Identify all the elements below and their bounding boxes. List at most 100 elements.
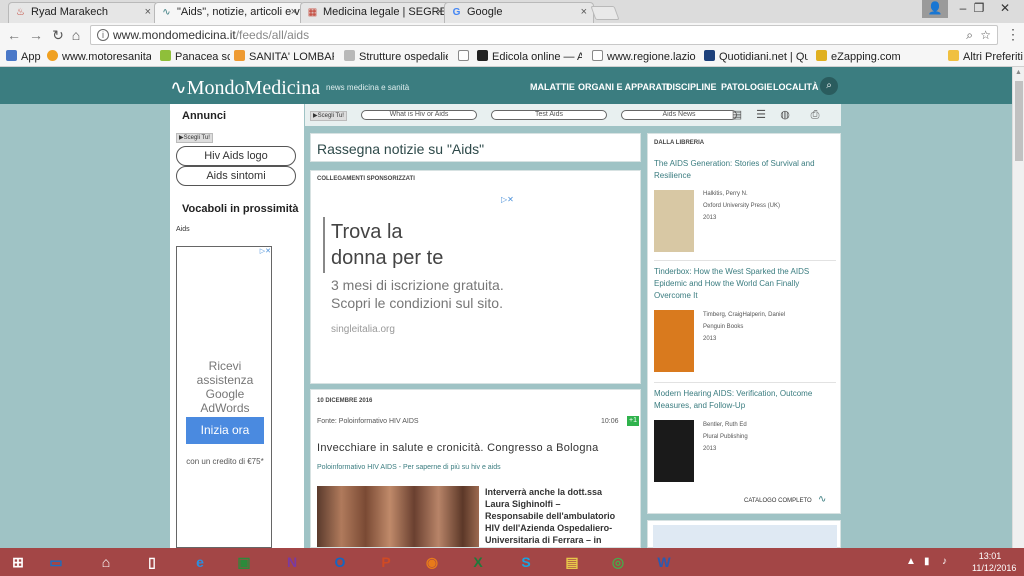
- powerpoint-icon[interactable]: P: [374, 550, 398, 574]
- bookmark-sanita-lombarda[interactable]: SANITA' LOMBARDA: [234, 50, 334, 64]
- onenote-icon[interactable]: N: [280, 550, 304, 574]
- url-input[interactable]: i www.mondomedicina.it/feeds/all/aids ⌕ …: [90, 25, 998, 45]
- reload-icon[interactable]: ↻: [50, 27, 66, 43]
- ad-headline-2[interactable]: donna per te: [331, 247, 443, 270]
- bookmark-blank-page[interactable]: [458, 50, 472, 64]
- nav-malattie[interactable]: MALATTIE: [530, 82, 575, 92]
- nav-patologie[interactable]: PATOLOGIE: [721, 82, 773, 92]
- adwords-ad[interactable]: ▷✕ Ricevi assistenza Google AdWords grat…: [176, 246, 272, 548]
- globe-icon[interactable]: ◍: [779, 109, 791, 121]
- catalog-link[interactable]: CATALOGO COMPLETO: [744, 498, 812, 504]
- ad-link-what-is-hiv[interactable]: What is Hiv or Aids: [361, 110, 477, 120]
- print-icon[interactable]: ⎙: [809, 109, 821, 121]
- ad-link-aids-sintomi[interactable]: Aids sintomi: [176, 166, 296, 186]
- ad-link-aids-news[interactable]: Aids News: [621, 110, 737, 120]
- word-icon[interactable]: W: [652, 550, 676, 574]
- user-profile-icon[interactable]: 👤: [922, 0, 948, 18]
- tray-arrow-icon[interactable]: ▲: [906, 556, 916, 567]
- scrollbar-thumb[interactable]: [1015, 81, 1023, 161]
- tab-medicina-legale[interactable]: ▦ Medicina legale | SEGRET ×: [300, 2, 450, 23]
- scroll-up-icon[interactable]: ▲: [1015, 69, 1022, 76]
- page-scrollbar[interactable]: ▲: [1012, 67, 1024, 548]
- system-clock[interactable]: 13:01 11/12/2016: [972, 550, 1016, 574]
- ie-icon[interactable]: e: [188, 550, 212, 574]
- ad-link-test-aids[interactable]: Test Aids: [491, 110, 607, 120]
- windows-icon[interactable]: ⊞: [6, 550, 30, 574]
- firefox-icon[interactable]: ◉: [420, 550, 444, 574]
- volume-icon[interactable]: ♪: [942, 556, 947, 567]
- book-cover[interactable]: [654, 420, 694, 482]
- ad-url[interactable]: singleitalia.org: [331, 324, 395, 335]
- ad-choices-badge[interactable]: ▶Scegli Tu!: [176, 133, 213, 143]
- tab-google[interactable]: G Google ×: [444, 2, 594, 23]
- explorer-icon[interactable]: ▤: [560, 550, 584, 574]
- new-tab-button[interactable]: [590, 6, 620, 20]
- lenovo-icon[interactable]: ▭: [44, 550, 68, 574]
- tab-aids-notizie[interactable]: ∿ "Aids", notizie, articoli e v ×: [154, 2, 304, 23]
- ad-choices-badge[interactable]: ▶Scegli Tu!: [310, 111, 347, 121]
- file-icon[interactable]: ▯: [140, 550, 164, 574]
- site-tagline: news medicina e sanità: [326, 83, 410, 92]
- store-icon[interactable]: ▣: [232, 550, 256, 574]
- ad-headline-1[interactable]: Trova la: [331, 221, 403, 244]
- tab-ryad-marakech[interactable]: ♨ Ryad Marakech ×: [8, 2, 158, 23]
- close-icon[interactable]: ×: [145, 3, 151, 22]
- ad-description-2: Scopri le condizioni sul sito.: [331, 295, 503, 311]
- ad-choices-label: Scegli Tu!: [317, 113, 344, 119]
- outlook-icon[interactable]: O: [328, 550, 352, 574]
- battery-icon[interactable]: ▮: [924, 556, 930, 567]
- news-source[interactable]: Fonte: Poloinformativo HIV AIDS: [317, 418, 419, 425]
- nav-discipline[interactable]: DISCIPLINE: [666, 82, 717, 92]
- ad-choices-icon[interactable]: ▷✕: [501, 195, 514, 204]
- zoom-icon[interactable]: ⌕: [966, 26, 973, 44]
- search-icon[interactable]: ⌕: [820, 77, 838, 95]
- news-title[interactable]: Invecchiare in salute e cronicità. Congr…: [317, 442, 599, 454]
- news-image[interactable]: [317, 486, 479, 547]
- browser-menu-icon[interactable]: ⋮: [1006, 26, 1020, 43]
- bookmark-quotidiani[interactable]: Quotidiani.net | Quoti: [704, 50, 808, 64]
- close-icon[interactable]: ×: [291, 3, 297, 22]
- bookmark-star-icon[interactable]: ☆: [980, 26, 991, 44]
- newspaper-icon: [477, 50, 488, 61]
- book-meta: Timberg, CraigHalperin, Daniel Penguin B…: [703, 309, 785, 345]
- home-icon[interactable]: ⌂: [94, 550, 118, 574]
- site-logo[interactable]: ∿MondoMedicina: [170, 75, 320, 100]
- bookmark-ezapping[interactable]: eZapping.com: [816, 50, 906, 64]
- chrome-icon[interactable]: ◎: [606, 550, 630, 574]
- restore-icon[interactable]: ❐: [966, 0, 992, 18]
- news-source-line[interactable]: Poloinformativo HIV AIDS - Per saperne d…: [317, 464, 501, 471]
- window-close-icon[interactable]: ✕: [992, 0, 1018, 18]
- map-widget[interactable]: [647, 520, 841, 549]
- book-cover[interactable]: [654, 190, 694, 252]
- book-title[interactable]: Tinderbox: How the West Sparked the AIDS…: [654, 266, 830, 302]
- forward-arrow-icon[interactable]: →: [28, 27, 44, 43]
- grid-view-icon[interactable]: ☰: [755, 109, 767, 121]
- nav-organi-apparati[interactable]: ORGANI E APPARATI: [578, 82, 669, 92]
- info-icon[interactable]: i: [97, 29, 109, 41]
- bookmark-apps[interactable]: App: [6, 50, 41, 64]
- close-icon[interactable]: ×: [437, 3, 443, 22]
- home-icon[interactable]: ⌂: [68, 27, 84, 43]
- bookmark-strutture[interactable]: Strutture ospedaliere: [344, 50, 448, 64]
- book-title[interactable]: The AIDS Generation: Stories of Survival…: [654, 158, 830, 182]
- bookmark-motoresanita[interactable]: www.motoresanita.it: [47, 50, 151, 64]
- ad-choices-icon[interactable]: ▷✕: [260, 247, 271, 255]
- bookmark-edicola[interactable]: Edicola online — Asse: [477, 50, 582, 64]
- nav-localita[interactable]: LOCALITÀ: [773, 82, 819, 92]
- vocab-item-aids[interactable]: Aids: [176, 226, 190, 233]
- bookmark-altri-preferiti[interactable]: Altri Preferiti: [948, 50, 1024, 64]
- close-icon[interactable]: ×: [581, 3, 587, 22]
- bookmark-panacea[interactable]: Panacea scs: [160, 50, 230, 64]
- ad-link-hiv-aids-logo[interactable]: Hiv Aids logo: [176, 146, 296, 166]
- book-title[interactable]: Modern Hearing AIDS: Verification, Outco…: [654, 388, 830, 412]
- bookmark-regione-lazio[interactable]: www.regione.lazio.it/: [592, 50, 696, 64]
- google-plus-button[interactable]: +1: [627, 416, 639, 426]
- library-heading: DALLA LIBRERIA: [654, 140, 705, 146]
- excel-icon[interactable]: X: [466, 550, 490, 574]
- back-arrow-icon[interactable]: ←: [6, 27, 22, 43]
- list-view-icon[interactable]: ▤: [731, 109, 743, 121]
- ad-cta-button[interactable]: Inizia ora: [186, 417, 264, 444]
- book-cover[interactable]: [654, 310, 694, 372]
- map[interactable]: [653, 525, 837, 549]
- skype-icon[interactable]: S: [514, 550, 538, 574]
